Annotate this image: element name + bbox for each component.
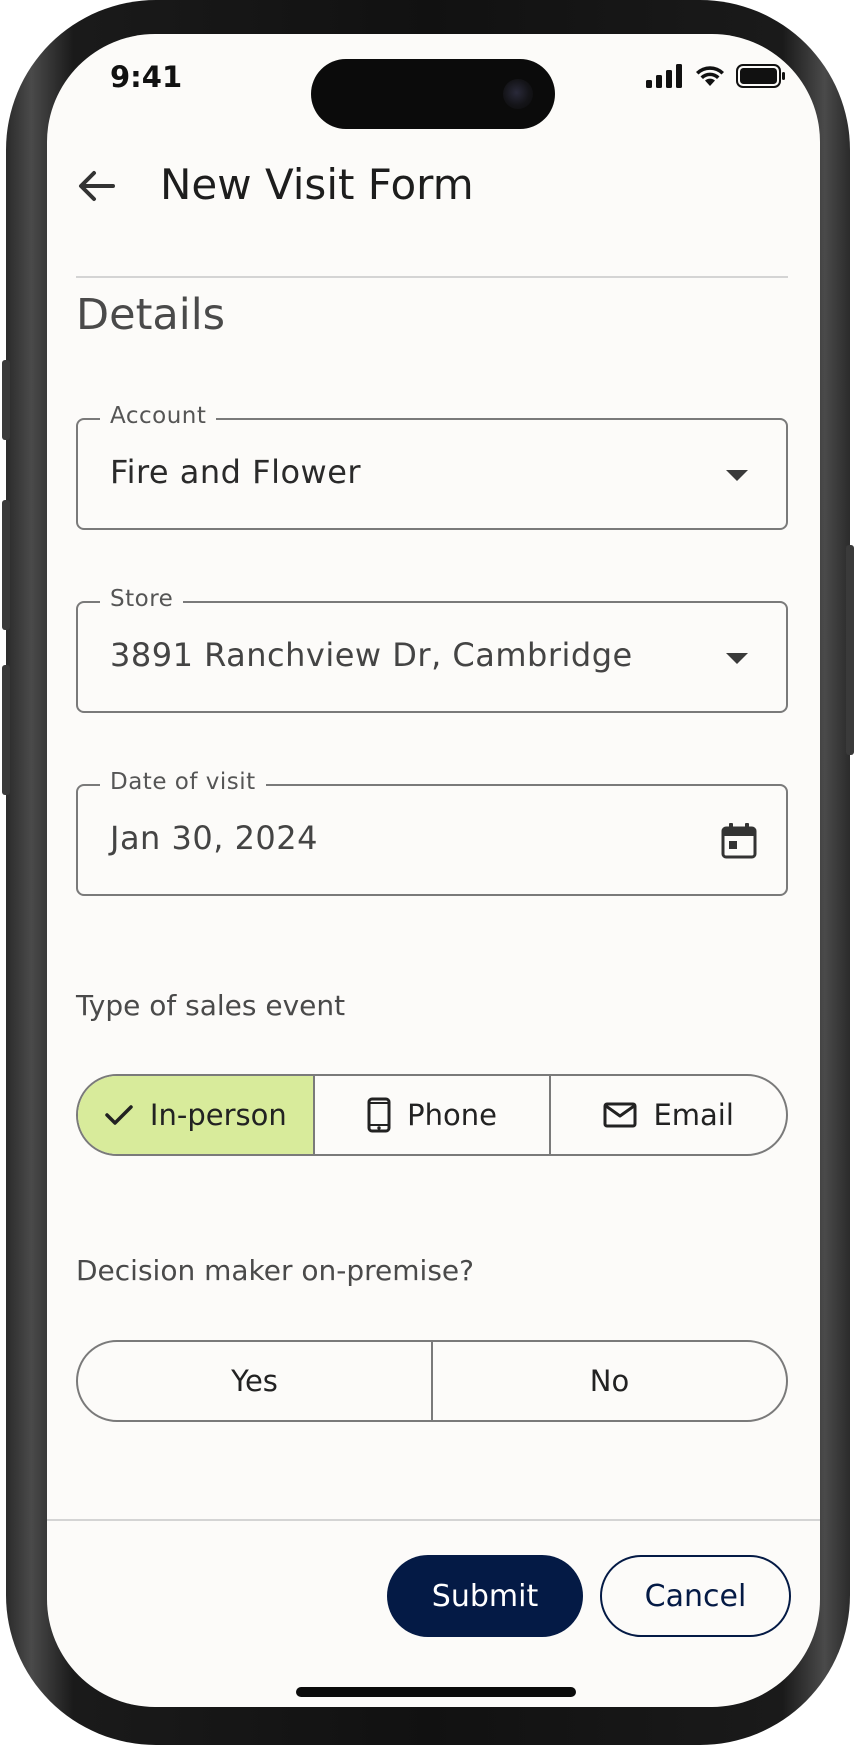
mail-icon (603, 1102, 637, 1128)
store-label: Store (100, 586, 184, 612)
decision-maker-segmented-control: Yes No (76, 1340, 788, 1422)
cancel-button[interactable]: Cancel (600, 1555, 791, 1637)
check-icon (105, 1105, 133, 1125)
sales-event-segmented-control: In-person Phone Email (76, 1074, 788, 1156)
segment-label: No (589, 1364, 630, 1398)
segment-label: Email (653, 1098, 734, 1132)
status-time: 9:41 (110, 60, 183, 94)
calendar-icon[interactable] (720, 822, 758, 860)
dropdown-arrow-icon (726, 653, 748, 664)
date-value: Jan 30, 2024 (110, 819, 318, 857)
back-arrow-icon[interactable] (73, 162, 121, 210)
mute-switch (2, 360, 10, 440)
footer-divider (47, 1519, 820, 1521)
segment-no[interactable]: No (431, 1342, 786, 1420)
volume-up-button (2, 500, 10, 630)
segment-email[interactable]: Email (549, 1076, 786, 1154)
phone-frame: 9:41 New Visit Form Details Account Fire… (2, 0, 854, 1745)
phone-icon (367, 1097, 391, 1133)
account-value: Fire and Flower (110, 453, 362, 491)
page-title: New Visit Form (160, 160, 474, 209)
home-indicator[interactable] (296, 1687, 576, 1697)
segment-in-person[interactable]: In-person (78, 1076, 313, 1154)
segment-phone[interactable]: Phone (312, 1076, 550, 1154)
decision-maker-label: Decision maker on-premise? (76, 1254, 475, 1287)
section-title: Details (76, 290, 226, 340)
battery-icon (736, 64, 785, 88)
store-select[interactable]: Store 3891 Ranchview Dr, Cambridge (76, 586, 788, 713)
wifi-icon (696, 66, 724, 86)
header-divider (76, 276, 788, 278)
segment-label: Yes (231, 1364, 278, 1398)
status-icons (646, 64, 786, 88)
date-label: Date of visit (100, 769, 266, 795)
volume-down-button (2, 665, 10, 795)
store-value: 3891 Ranchview Dr, Cambridge (110, 636, 633, 674)
app-bar: New Visit Form (47, 142, 820, 242)
power-button (846, 545, 854, 755)
screen: 9:41 New Visit Form Details Account Fire… (47, 34, 820, 1707)
segment-label: Phone (407, 1098, 497, 1132)
account-select[interactable]: Account Fire and Flower (76, 403, 788, 530)
front-camera (503, 79, 533, 109)
dynamic-island (311, 59, 555, 129)
segment-label: In-person (149, 1098, 287, 1132)
account-label: Account (100, 403, 217, 429)
dropdown-arrow-icon (726, 470, 748, 481)
date-field[interactable]: Date of visit Jan 30, 2024 (76, 769, 788, 896)
sales-event-label: Type of sales event (76, 989, 346, 1022)
submit-button[interactable]: Submit (387, 1555, 583, 1637)
segment-yes[interactable]: Yes (78, 1342, 431, 1420)
cellular-signal-icon (646, 64, 682, 88)
